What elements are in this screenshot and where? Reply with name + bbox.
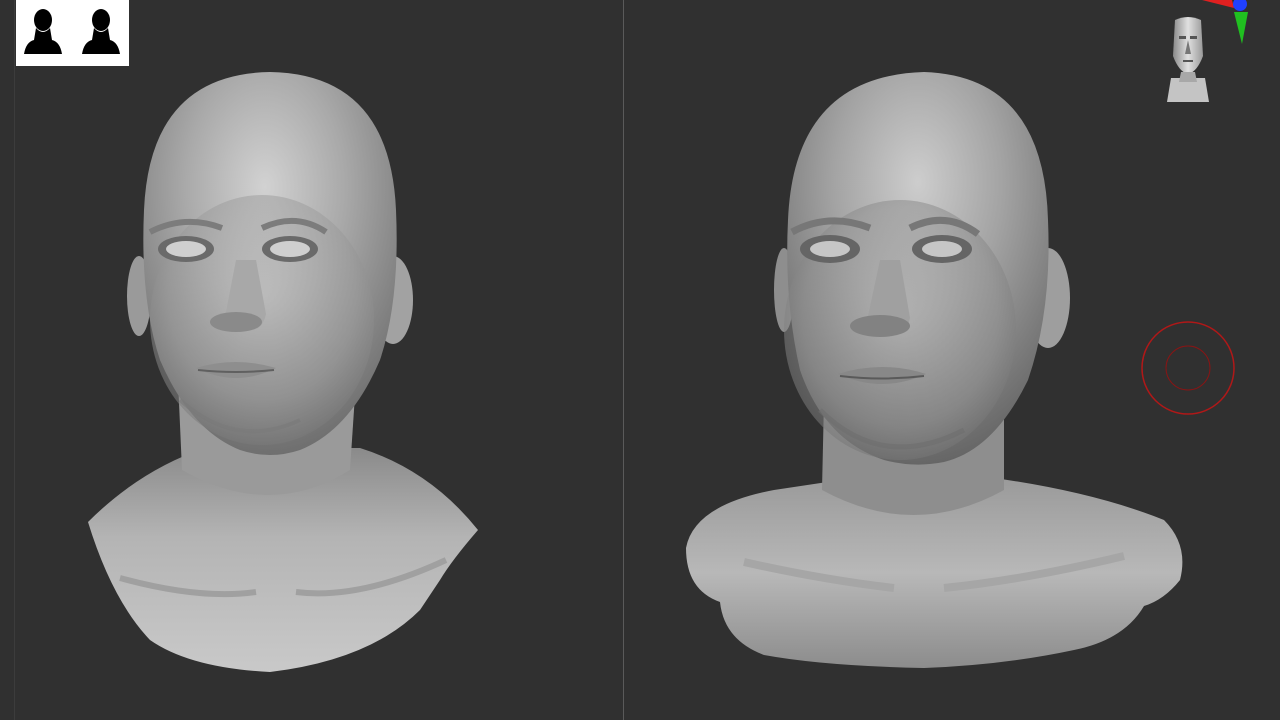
left-bust-sculpt[interactable]	[0, 0, 623, 720]
left-frame-line	[14, 0, 15, 720]
axis-gizmo-icon[interactable]	[1196, 0, 1256, 50]
brush-cursor-icon[interactable]	[1140, 320, 1236, 416]
two-person-silhouettes-icon	[24, 9, 120, 54]
two-person-silhouettes-badge[interactable]	[16, 0, 129, 66]
zbrush-canvas	[0, 0, 1280, 720]
left-viewport[interactable]	[0, 0, 623, 720]
